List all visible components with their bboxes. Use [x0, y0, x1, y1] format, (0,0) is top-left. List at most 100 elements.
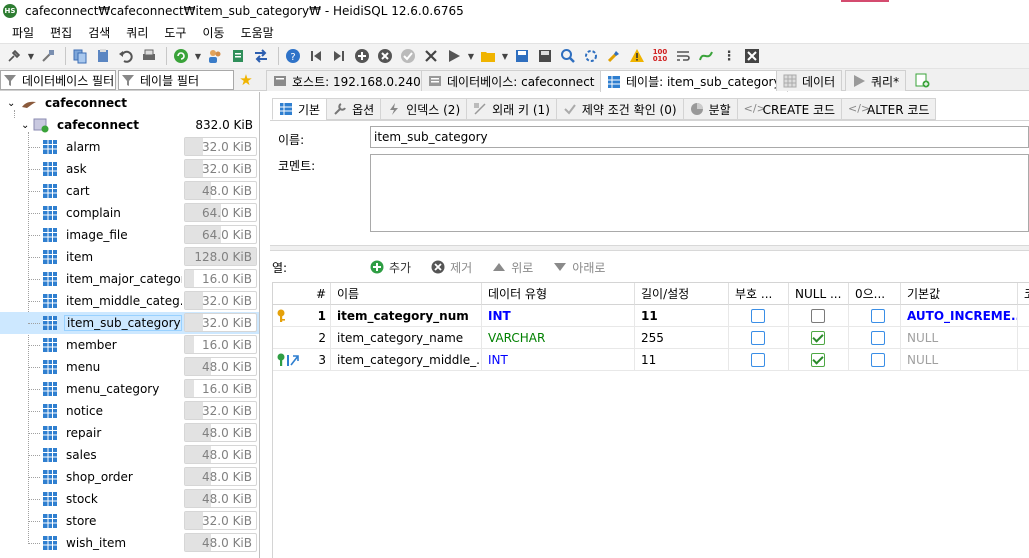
new-query-tab-icon[interactable]: [912, 70, 932, 90]
tree-table-item[interactable]: menu 48.0 KiB: [0, 356, 259, 378]
subtab-indexes[interactable]: 인덱스 (2): [380, 98, 468, 120]
tree-table-item[interactable]: sales 48.0 KiB: [0, 444, 259, 466]
cell-allow-null[interactable]: [789, 327, 849, 349]
subtab-check-constraints[interactable]: 제약 조건 확인 (0): [555, 98, 684, 120]
tab-table[interactable]: 테이블: item_sub_category: [600, 70, 788, 92]
dropdown-arrow-icon[interactable]: ▼: [467, 46, 475, 66]
cell-length[interactable]: 11: [635, 349, 729, 371]
tree-server-node[interactable]: ⌄ cafeconnect: [0, 92, 259, 114]
subtab-basic[interactable]: 기본: [272, 98, 328, 120]
cell-comment[interactable]: [1018, 349, 1029, 371]
menu-edit[interactable]: 편집: [42, 24, 80, 41]
user-manager-icon[interactable]: [205, 46, 225, 66]
run-query-icon[interactable]: [444, 46, 464, 66]
subtab-alter-code[interactable]: </> ALTER 코드: [841, 98, 937, 120]
cell-unsigned[interactable]: [729, 349, 789, 371]
subtab-create-code[interactable]: </> CREATE 코드: [736, 98, 843, 120]
post-changes-icon[interactable]: [398, 46, 418, 66]
tree-table-item[interactable]: complain 64.0 KiB: [0, 202, 259, 224]
cell-name[interactable]: item_category_middle_...: [331, 349, 482, 371]
transfer-icon[interactable]: [251, 46, 271, 66]
cell-comment[interactable]: [1018, 305, 1029, 327]
connect-icon[interactable]: [4, 46, 24, 66]
last-record-icon[interactable]: [329, 46, 349, 66]
cell-default[interactable]: NULL: [901, 349, 1018, 371]
cell-zerofill[interactable]: [849, 349, 901, 371]
grid-header-length[interactable]: 길이/설정: [635, 283, 729, 305]
table-filter-input[interactable]: 테이블 필터: [118, 70, 234, 90]
save-icon[interactable]: [512, 46, 532, 66]
dropdown-arrow-icon[interactable]: ▼: [501, 46, 509, 66]
copy-icon[interactable]: [70, 46, 90, 66]
close-query-icon[interactable]: [742, 46, 762, 66]
first-record-icon[interactable]: [306, 46, 326, 66]
cell-comment[interactable]: [1018, 327, 1029, 349]
cell-length[interactable]: 11: [635, 305, 729, 327]
tree-database-node[interactable]: ⌄ cafeconnect 832.0 KiB: [0, 114, 259, 136]
grid-header-comment[interactable]: 코: [1018, 283, 1029, 305]
subtab-partitions[interactable]: 분할: [682, 98, 738, 120]
tab-database[interactable]: 데이터베이스: cafeconnect: [421, 70, 602, 91]
cell-unsigned[interactable]: [729, 305, 789, 327]
checkbox[interactable]: [751, 352, 765, 367]
delete-record-icon[interactable]: [375, 46, 395, 66]
menu-query[interactable]: 쿼리: [118, 24, 156, 41]
cell-datatype[interactable]: INT: [482, 305, 635, 327]
refresh-icon[interactable]: [171, 46, 191, 66]
menu-search[interactable]: 검색: [80, 24, 118, 41]
grid-header-datatype[interactable]: 데이터 유형: [482, 283, 635, 305]
format-sql-icon[interactable]: [696, 46, 716, 66]
database-filter-input[interactable]: 데이터베이스 필터: [0, 70, 116, 90]
save-as-icon[interactable]: [535, 46, 555, 66]
clear-icon[interactable]: [604, 46, 624, 66]
tree-table-item[interactable]: shop_order 48.0 KiB: [0, 466, 259, 488]
export-icon[interactable]: [228, 46, 248, 66]
tree-table-item[interactable]: image_file 64.0 KiB: [0, 224, 259, 246]
cell-name[interactable]: item_category_name: [331, 327, 482, 349]
cell-zerofill[interactable]: [849, 305, 901, 327]
tab-query[interactable]: 쿼리*: [845, 70, 907, 91]
dropdown-arrow-icon[interactable]: ▼: [27, 46, 35, 66]
cell-length[interactable]: 255: [635, 327, 729, 349]
grid-header-zerofill[interactable]: 0으...: [849, 283, 901, 305]
grid-header-default[interactable]: 기본값: [901, 283, 1018, 305]
checkbox[interactable]: [751, 308, 765, 323]
tree-table-item[interactable]: item_major_category 16.0 KiB: [0, 268, 259, 290]
tree-table-item[interactable]: menu_category 16.0 KiB: [0, 378, 259, 400]
cell-default[interactable]: AUTO_INCREME...: [901, 305, 1018, 327]
tree-table-item[interactable]: ask 32.0 KiB: [0, 158, 259, 180]
grid-header-unsigned[interactable]: 부호 ...: [729, 283, 789, 305]
panel-splitter[interactable]: [270, 245, 1029, 251]
move-down-button[interactable]: 아래로: [553, 259, 605, 276]
cell-allow-null[interactable]: [789, 349, 849, 371]
wrap-icon[interactable]: [673, 46, 693, 66]
cell-allow-null[interactable]: [789, 305, 849, 327]
insert-record-icon[interactable]: [352, 46, 372, 66]
tree-table-item[interactable]: item_sub_category 32.0 KiB: [0, 312, 259, 334]
tab-host[interactable]: 호스트: 192.168.0.240: [266, 70, 428, 91]
move-up-button[interactable]: 위로: [492, 259, 533, 276]
menu-help[interactable]: 도움말: [233, 24, 282, 41]
menu-goto[interactable]: 이동: [194, 24, 232, 41]
remove-column-button[interactable]: 제거: [431, 259, 472, 276]
cell-number[interactable]: 1: [273, 305, 331, 327]
tree-table-item[interactable]: item_middle_categ... 32.0 KiB: [0, 290, 259, 312]
tree-table-item[interactable]: cart 48.0 KiB: [0, 180, 259, 202]
checked-checkbox[interactable]: [811, 330, 825, 345]
subtab-options[interactable]: 옵션: [326, 98, 382, 120]
tab-data[interactable]: 데이터: [776, 70, 843, 91]
tree-table-item[interactable]: alarm 32.0 KiB: [0, 136, 259, 158]
chevron-down-icon[interactable]: ⌄: [7, 98, 19, 109]
checkbox[interactable]: [871, 352, 885, 367]
undo-icon[interactable]: [116, 46, 136, 66]
checkbox[interactable]: [871, 330, 885, 345]
menu-tools[interactable]: 도구: [156, 24, 194, 41]
find-replace-icon[interactable]: [581, 46, 601, 66]
checkbox[interactable]: [751, 330, 765, 345]
favorites-star-icon[interactable]: ★: [236, 70, 256, 90]
chevron-down-icon[interactable]: ⌄: [21, 120, 33, 131]
paste-icon[interactable]: [93, 46, 113, 66]
cell-zerofill[interactable]: [849, 327, 901, 349]
tree-table-item[interactable]: member 16.0 KiB: [0, 334, 259, 356]
cell-unsigned[interactable]: [729, 327, 789, 349]
